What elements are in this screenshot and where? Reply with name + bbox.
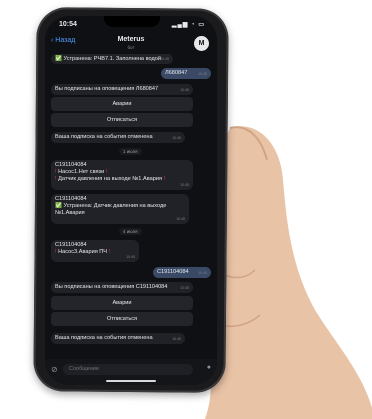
attach-icon[interactable]: ⊘ [51,365,58,374]
message-input[interactable]: Сообщение [63,364,193,375]
home-indicator [106,380,156,382]
inline-button-unsubscribe[interactable]: Отписаться [51,312,193,326]
message-bubble-outgoing: Л680847 10:45 [161,68,211,79]
message-line-text: Насос1.Нет связи [58,169,105,176]
message-text: Ваша подписка на события отменена [55,335,153,341]
message-text: ✅ Устранена: РЧВ7.1. Заполнена водой [55,56,161,62]
message-line-alert: ! Насос3.Авария ПЧ ! [55,249,135,256]
message-bubble: С191104084 ! Насос1.Нет связи ! ! Датчик… [51,160,193,190]
message-text: Ваша подписка на события отменена [55,134,153,140]
message-bubble: С191104084 ! Насос3.Авария ПЧ ! 10:45 [51,240,139,262]
phone-screen: 10:54 ▂▄▆ ◔ ▭ ‹ Назад Meterus бот M ✅ Ус… [45,16,217,385]
microphone-icon[interactable]: ● [207,364,211,371]
message-time: 10:45 [180,285,189,290]
alert-icon: ! [163,176,166,183]
message-line: ✅ Устранена: Датчик давления на выходе №… [55,203,167,217]
message-bubble: Вы подписаны на оповещения С191104084 10… [51,282,193,293]
status-icons: ▂▄▆ ◔ ▭ [171,22,205,28]
message-text: Вы подписаны на оповещения Л680847 [55,86,159,92]
message-line-alert: ! Насос1.Нет связи ! [55,169,189,176]
alert-icon: ! [108,249,111,256]
message-text: Вы подписаны на оповещения С191104084 [55,284,168,290]
message-list[interactable]: ✅ Устранена: РЧВ7.1. Заполнена водой 10:… [45,54,217,359]
message-time: 10:45 [198,270,207,275]
alert-icon: ! [105,169,108,176]
inline-button-alarms[interactable]: Аварии [51,97,193,111]
inline-button-alarms[interactable]: Аварии [51,296,193,310]
chat-header: ‹ Назад Meterus бот M [45,32,217,54]
date-separator: 1 июля [119,148,142,155]
message-bubble: Вы подписаны на оповещения Л680847 10:45 [51,84,193,95]
message-line: С191104084 [55,162,87,168]
message-time: 10:45 [126,254,135,259]
alert-icon: ! [55,249,57,256]
message-bubble: Ваша подписка на события отменена 10:45 [51,132,185,143]
inline-button-unsubscribe[interactable]: Отписаться [51,113,193,127]
chat-title[interactable]: Meterus [45,36,217,43]
message-text: Л680847 [165,70,188,76]
alert-icon: ! [55,169,57,176]
message-line-alert: ! Датчик давления на выходе №1.Авария ! [55,176,189,183]
message-bubble: ✅ Устранена: РЧВ7.1. Заполнена водой 10:… [51,54,173,64]
message-input-bar: ⊘ Сообщение ● [45,359,217,385]
message-time: 10:45 [180,87,189,92]
message-time: 10:45 [176,216,185,221]
message-time: 10:45 [172,336,181,341]
message-time: 10:45 [198,71,207,76]
date-separator: 4 июля [119,228,142,235]
message-line: С191104084 [55,242,87,248]
message-time: 10:45 [180,182,189,187]
message-bubble: Ваша подписка на события отменена 10:45 [51,333,185,344]
message-bubble-outgoing: С191104084 10:45 [153,267,211,278]
message-text: С191104084 [157,269,189,275]
message-line-text: Насос3.Авария ПЧ [58,249,108,256]
message-line-text: Датчик давления на выходе №1.Авария [58,176,162,183]
alert-icon: ! [55,176,57,183]
bot-avatar[interactable]: M [194,36,209,51]
status-bar: 10:54 ▂▄▆ ◔ ▭ [45,16,217,32]
status-time: 10:54 [59,21,77,28]
chat-subtitle: бот [127,45,135,50]
message-bubble: С191104084 ✅ Устранена: Датчик давления … [51,194,189,224]
message-time: 10:45 [172,135,181,140]
message-time: 10:45 [160,56,169,61]
